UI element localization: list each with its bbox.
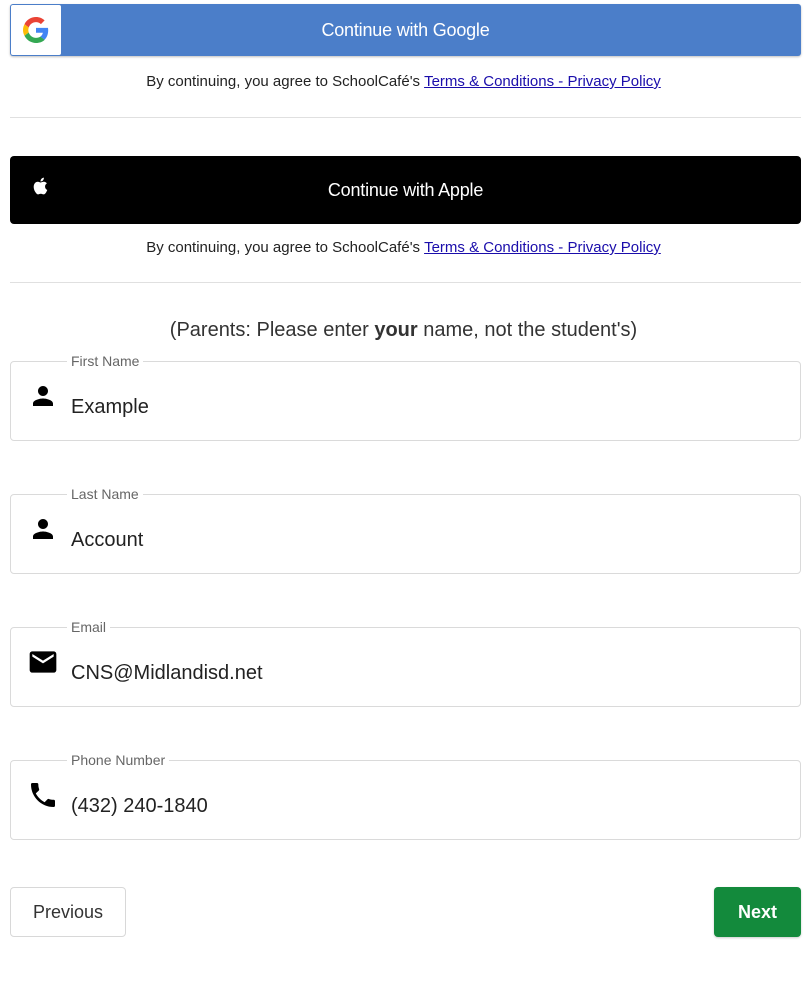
continue-with-google-label: Continue with Google — [321, 19, 490, 40]
google-agreement-text: By continuing, you agree to SchoolCafé's… — [146, 73, 661, 90]
email-input[interactable] — [71, 658, 771, 688]
email-label: Email — [67, 619, 111, 635]
phone-number-field: Phone Number — [10, 752, 801, 840]
person-icon — [27, 513, 59, 545]
apple-logo-icon — [32, 176, 48, 201]
last-name-field: Last Name — [10, 486, 801, 574]
continue-with-apple-button[interactable]: Continue with Apple — [10, 156, 801, 224]
next-button[interactable]: Next — [714, 887, 801, 937]
continue-with-google-button[interactable]: Continue with Google — [10, 4, 801, 56]
mail-icon — [27, 646, 59, 678]
phone-icon — [27, 779, 59, 811]
apple-agreement-text: By continuing, you agree to SchoolCafé's… — [146, 239, 661, 256]
divider — [10, 282, 801, 283]
google-logo-icon — [11, 5, 61, 55]
first-name-field: First Name — [10, 353, 801, 441]
previous-button[interactable]: Previous — [10, 887, 126, 937]
last-name-input[interactable] — [71, 525, 771, 555]
first-name-input[interactable] — [71, 392, 771, 422]
divider — [10, 117, 801, 118]
phone-number-input[interactable] — [71, 791, 771, 821]
phone-number-label: Phone Number — [67, 752, 170, 768]
first-name-label: First Name — [67, 353, 144, 369]
continue-with-apple-label: Continue with Apple — [327, 179, 484, 200]
last-name-label: Last Name — [67, 486, 143, 502]
parents-note: (Parents: Please enter your name, not th… — [169, 319, 638, 341]
apple-terms-link[interactable]: Terms & Conditions - Privacy Policy — [424, 239, 661, 256]
email-field: Email — [10, 619, 801, 707]
google-terms-link[interactable]: Terms & Conditions - Privacy Policy — [424, 73, 661, 90]
person-icon — [27, 380, 59, 412]
